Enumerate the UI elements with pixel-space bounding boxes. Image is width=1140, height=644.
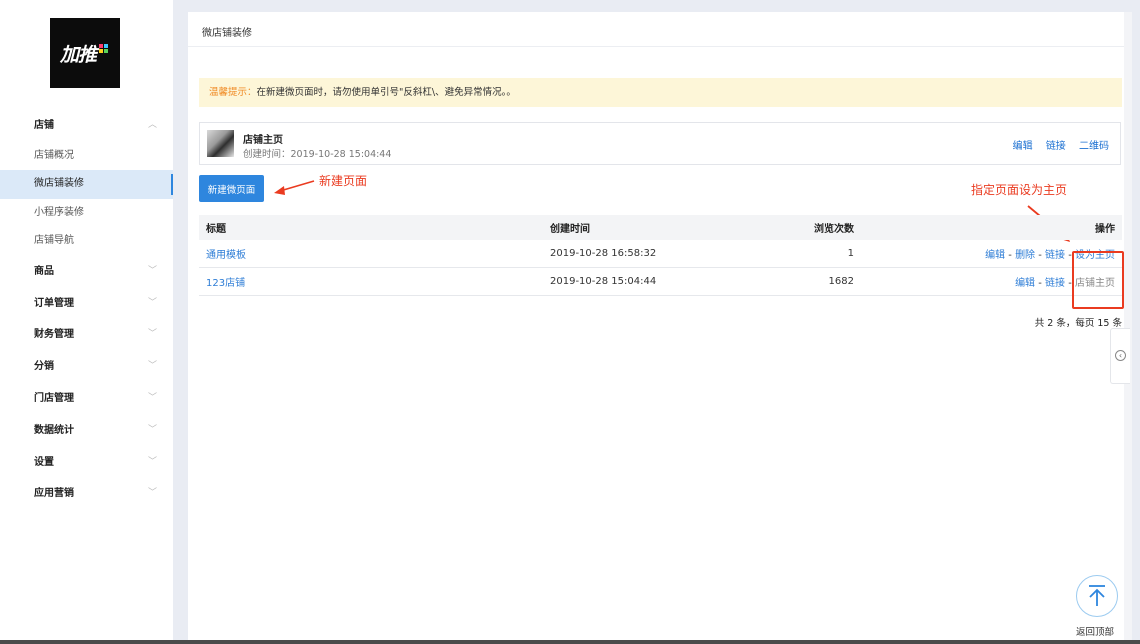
- sidebar-item-10[interactable]: 数据统计 ﹀: [0, 415, 173, 447]
- back-to-top-button[interactable]: [1076, 575, 1118, 617]
- annotation-highlight-box: [1072, 251, 1124, 309]
- header-created: 创建时间: [550, 224, 590, 235]
- sidebar-item-label: 门店管理: [34, 392, 74, 404]
- home-qrcode-link[interactable]: 二维码: [1079, 141, 1109, 152]
- main-panel: 微店铺装修 温馨提示：在新建微页面时，请勿使用单引号"反斜杠\、避免异常情况。。…: [188, 12, 1124, 644]
- sidebar-item-9[interactable]: 门店管理 ﹀: [0, 383, 173, 415]
- table-header-row: 标题 创建时间 浏览次数 操作: [199, 215, 1122, 240]
- header-title: 标题: [206, 224, 226, 235]
- title-divider: [188, 46, 1124, 47]
- sidebar-item-8[interactable]: 分销 ﹀: [0, 351, 173, 383]
- back-to-top-label: 返回顶部: [1076, 627, 1115, 638]
- home-link-link[interactable]: 链接: [1046, 141, 1066, 152]
- sidebar-item-6[interactable]: 订单管理 ﹀: [0, 288, 173, 320]
- sidebar-item-5[interactable]: 商品 ﹀: [0, 256, 173, 288]
- sidebar-item-label: 数据统计: [34, 424, 74, 436]
- row-views: 1682: [757, 267, 861, 296]
- edit-link[interactable]: 编辑: [1015, 278, 1035, 289]
- sidebar-menu: 店铺 ︿ 店铺概况 微店铺装修 小程序装修 店铺导航 商品 ﹀ 订单管理 ﹀ 财务管理 ﹀ 分销 ﹀ 门店管…: [0, 110, 173, 510]
- sidebar-item-label: 小程序装修: [34, 206, 84, 218]
- sidebar-item-label: 应用营销: [34, 488, 74, 500]
- tip-text: 在新建微页面时，请勿使用单引号"反斜杠\、避免异常情况。。: [256, 87, 516, 98]
- sidebar-item-label: 店铺: [34, 120, 54, 131]
- chevron-up-icon: ︿: [147, 120, 157, 130]
- op-separator: -: [1035, 278, 1046, 289]
- tip-label: 温馨提示：: [209, 87, 257, 98]
- logo-text: 加推: [59, 43, 97, 66]
- header-views: 浏览次数: [814, 224, 854, 235]
- sidebar-item-7[interactable]: 财务管理 ﹀: [0, 319, 173, 351]
- logo-mark-icon: [99, 43, 110, 55]
- sidebar-item-label: 微店铺装修: [34, 178, 84, 190]
- op-separator: -: [1035, 250, 1046, 261]
- chevron-down-icon: ﹀: [147, 392, 157, 403]
- table-row: 123店铺 2019-10-28 15:04:44 1682 编辑 - 链接 -…: [199, 267, 1122, 296]
- home-actions: 编辑 链接 二维码: [1003, 137, 1109, 152]
- collapse-panel-handle[interactable]: ‹: [1110, 328, 1130, 384]
- pagination-summary: 共 2 条，每页 15 条: [1034, 318, 1122, 329]
- sidebar-item-4[interactable]: 店铺导航: [0, 227, 173, 256]
- bottom-edge: [0, 640, 1140, 644]
- chevron-down-icon: ﹀: [147, 265, 157, 276]
- sidebar-item-11[interactable]: 设置 ﹀: [0, 447, 173, 479]
- sidebar-item-label: 店铺概况: [34, 149, 74, 161]
- home-edit-link[interactable]: 编辑: [1013, 141, 1033, 152]
- header-ops: 操作: [1095, 224, 1115, 235]
- op-separator: -: [1005, 250, 1016, 261]
- sidebar-item-1[interactable]: 店铺概况: [0, 142, 173, 171]
- sidebar-item-3[interactable]: 小程序装修: [0, 199, 173, 228]
- new-micro-page-button[interactable]: 新建微页面: [199, 175, 264, 202]
- row-views: 1: [757, 240, 861, 268]
- sidebar-item-2[interactable]: 微店铺装修: [0, 170, 173, 199]
- chevron-down-icon: ﹀: [147, 329, 157, 340]
- link-link[interactable]: 链接: [1045, 278, 1065, 289]
- home-created-time: 创建时间：2019-10-28 15:04:44: [243, 149, 392, 160]
- brand-logo[interactable]: 加推: [50, 18, 120, 88]
- chevron-down-icon: ﹀: [147, 424, 157, 435]
- sidebar-item-label: 分销: [34, 361, 54, 373]
- sidebar-item-label: 订单管理: [34, 297, 74, 309]
- row-title-link[interactable]: 通用模板: [206, 250, 246, 261]
- tip-banner: 温馨提示：在新建微页面时，请勿使用单引号"反斜杠\、避免异常情况。。: [199, 78, 1122, 107]
- row-title-link[interactable]: 123店铺: [206, 278, 245, 289]
- chevron-down-icon: ﹀: [147, 297, 157, 308]
- home-thumbnail: [207, 130, 234, 157]
- edit-link[interactable]: 编辑: [985, 250, 1005, 261]
- sidebar-item-label: 财务管理: [34, 329, 74, 341]
- link-link[interactable]: 链接: [1045, 250, 1065, 261]
- sidebar: 加推 店铺 ︿ 店铺概况微店铺装修小程序装修店铺导航商品 ﹀ 订单管理 ﹀ 财务管理 ﹀ 分销 ﹀…: [0, 0, 173, 644]
- shop-home-card: 店铺主页 创建时间：2019-10-28 15:04:44 编辑 链接 二维码: [199, 122, 1121, 165]
- home-page-name: 店铺主页: [243, 135, 283, 146]
- annotation-set-home: 指定页面设为主页: [971, 183, 1068, 197]
- chevron-down-icon: ﹀: [147, 361, 157, 372]
- pages-table: 标题 创建时间 浏览次数 操作 通用模板 2019-10-28 16:58:32…: [199, 215, 1122, 296]
- sidebar-item-12[interactable]: 应用营销 ﹀: [0, 478, 173, 510]
- arrow-up-icon: [1089, 585, 1105, 606]
- table-row: 通用模板 2019-10-28 16:58:32 1 编辑 - 删除 - 链接 …: [199, 240, 1122, 268]
- chevron-down-icon: ﹀: [147, 456, 157, 467]
- annotation-arrow-new: [274, 180, 315, 195]
- sidebar-item-label: 设置: [34, 456, 54, 468]
- row-created: 2019-10-28 15:04:44: [543, 267, 757, 296]
- row-created: 2019-10-28 16:58:32: [543, 240, 757, 268]
- delete-link[interactable]: 删除: [1015, 250, 1035, 261]
- sidebar-item-label: 店铺导航: [34, 235, 74, 247]
- annotation-new-page: 新建页面: [319, 174, 368, 188]
- sidebar-item-0[interactable]: 店铺 ︿: [0, 110, 173, 142]
- chevron-left-icon: ‹: [1115, 350, 1126, 361]
- sidebar-item-label: 商品: [34, 265, 54, 277]
- page-title: 微店铺装修: [202, 28, 252, 39]
- chevron-down-icon: ﹀: [147, 488, 157, 499]
